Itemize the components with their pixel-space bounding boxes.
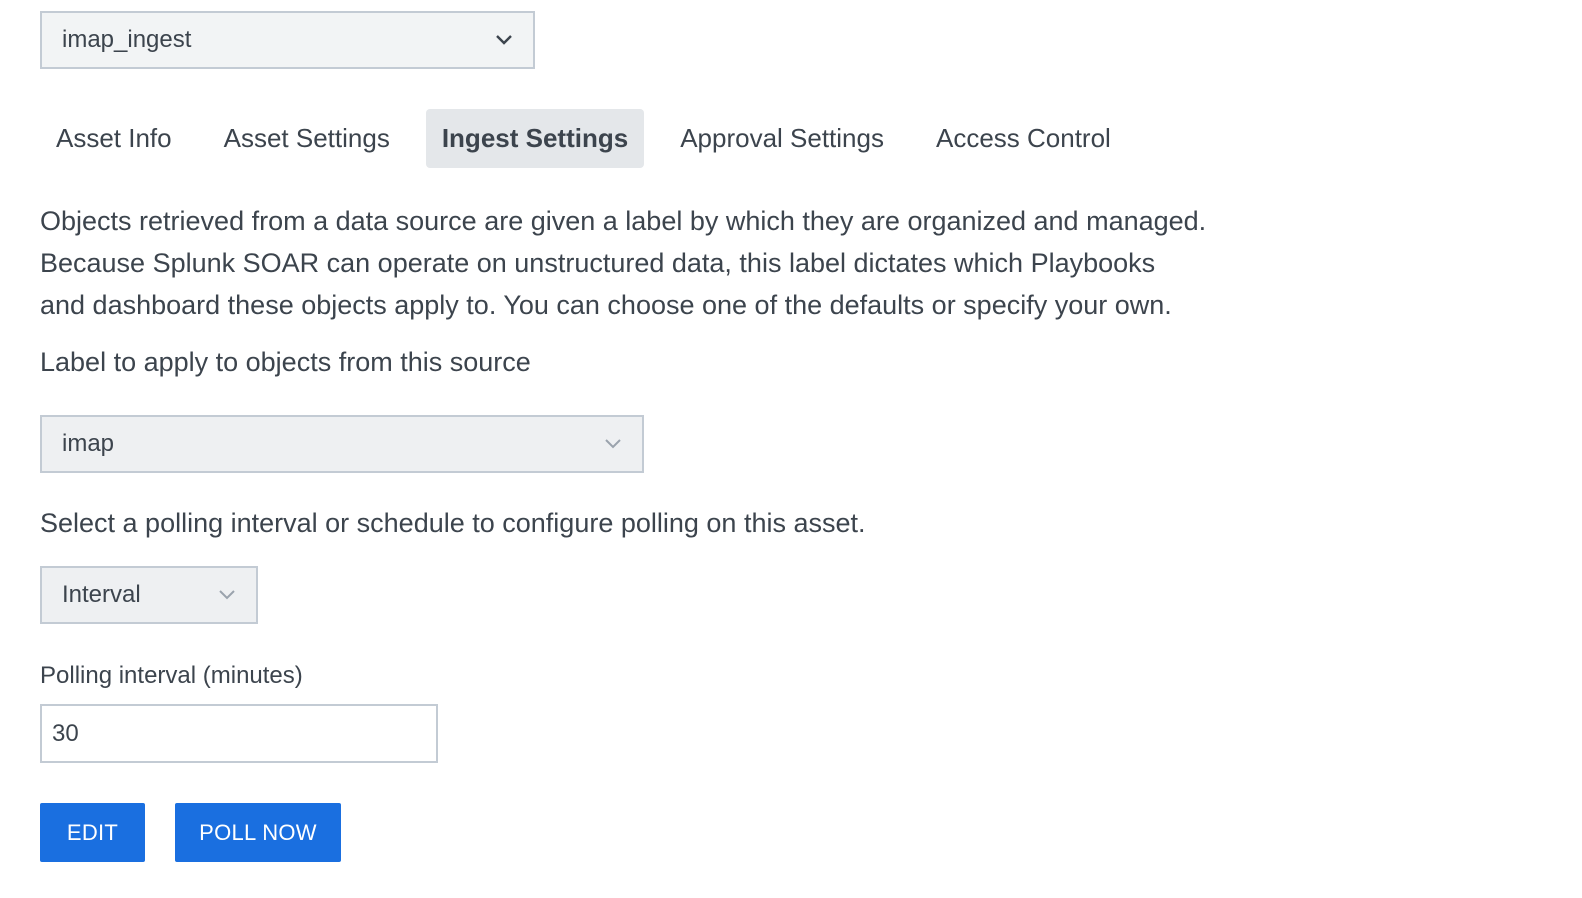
tab-asset-info[interactable]: Asset Info <box>40 109 188 168</box>
tab-label: Ingest Settings <box>441 123 629 153</box>
polling-prompt: Select a polling interval or schedule to… <box>40 508 866 538</box>
tab-label: Approval Settings <box>680 123 884 153</box>
chevron-down-icon <box>604 438 622 450</box>
poll-now-button[interactable]: POLL NOW <box>175 803 341 862</box>
label-select[interactable]: imap <box>40 415 644 473</box>
polling-mode-select[interactable]: Interval <box>40 566 258 624</box>
tab-ingest-settings[interactable]: Ingest Settings <box>425 109 645 168</box>
asset-select-value: imap_ingest <box>62 26 192 53</box>
tab-approval-settings[interactable]: Approval Settings <box>664 109 900 168</box>
tab-label: Access Control <box>935 123 1111 153</box>
ingest-description: Objects retrieved from a data source are… <box>40 200 1300 326</box>
chevron-down-icon <box>218 589 236 601</box>
edit-button[interactable]: EDIT <box>40 803 145 862</box>
tab-label: Asset Info <box>56 123 172 153</box>
chevron-down-icon <box>495 34 513 46</box>
description-line: Because Splunk SOAR can operate on unstr… <box>40 248 1156 278</box>
polling-mode-value: Interval <box>62 581 141 608</box>
tab-access-control[interactable]: Access Control <box>920 109 1127 168</box>
description-line: Objects retrieved from a data source are… <box>40 206 1207 236</box>
polling-interval-input[interactable] <box>40 704 438 763</box>
tab-asset-settings[interactable]: Asset Settings <box>208 109 406 168</box>
ingest-settings-page: imap_ingest Asset Info Asset Settings In… <box>0 0 1582 898</box>
asset-tabs: Asset Info Asset Settings Ingest Setting… <box>40 109 1147 168</box>
description-line: and dashboard these objects apply to. Yo… <box>40 290 1172 320</box>
tab-label: Asset Settings <box>223 123 390 153</box>
asset-select[interactable]: imap_ingest <box>40 11 535 69</box>
label-field-prompt: Label to apply to objects from this sour… <box>40 347 531 377</box>
polling-interval-label: Polling interval (minutes) <box>40 662 303 689</box>
label-select-value: imap <box>62 430 115 457</box>
